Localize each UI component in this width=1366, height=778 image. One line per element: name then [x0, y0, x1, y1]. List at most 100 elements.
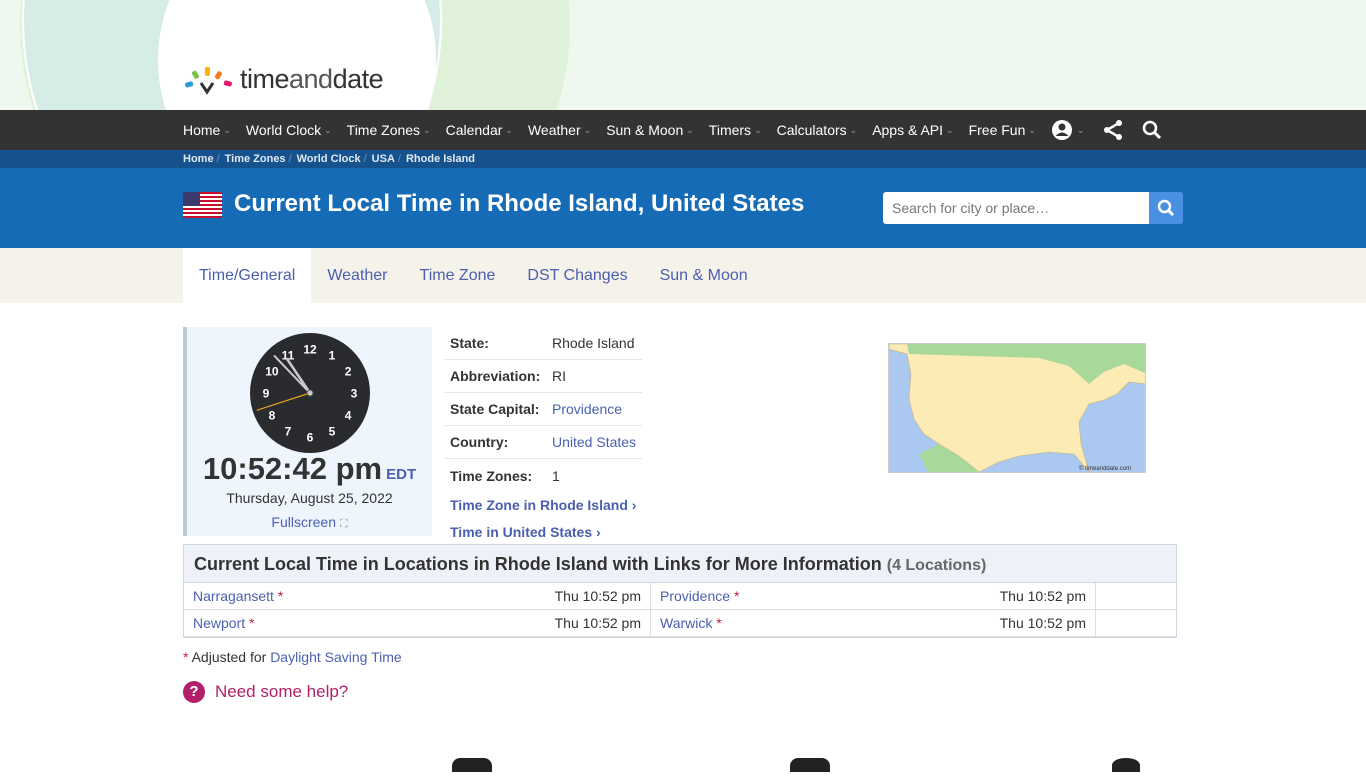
- breadcrumb-item[interactable]: World Clock: [297, 153, 361, 165]
- info-link[interactable]: Providence: [552, 401, 622, 417]
- location-cell: Newport * Thu 10:52 pm: [184, 610, 651, 636]
- info-row: State: Rhode Island: [444, 327, 642, 360]
- nav-label: Time Zones: [346, 122, 421, 138]
- tab-time-zone[interactable]: Time Zone: [404, 248, 512, 303]
- nav-item-sun-moon[interactable]: Sun & Moon ⌄: [606, 122, 694, 138]
- chevron-down-icon: ⌄: [849, 124, 858, 135]
- user-menu-button[interactable]: ⌄: [1051, 119, 1084, 141]
- search-icon: [1143, 120, 1162, 140]
- info-label: State Capital:: [450, 401, 540, 417]
- location-link[interactable]: Narragansett: [193, 588, 274, 604]
- tab-weather[interactable]: Weather: [311, 248, 403, 303]
- chevron-down-icon: ⌄: [423, 124, 431, 135]
- clock-number: 10: [265, 365, 279, 379]
- fullscreen-link[interactable]: Fullscreen ⛶: [187, 514, 432, 531]
- location-map[interactable]: © timeanddate.com: [888, 343, 1146, 473]
- logo[interactable]: timeanddate: [184, 64, 384, 95]
- nav-item-home[interactable]: Home ⌄: [183, 122, 231, 138]
- location-link[interactable]: Providence: [660, 588, 730, 604]
- breadcrumb-item[interactable]: Rhode Island: [406, 153, 475, 165]
- nav-item-timers[interactable]: Timers ⌄: [709, 122, 762, 138]
- location-link[interactable]: Warwick: [660, 615, 712, 631]
- link-label: Time Zone in Rhode Island: [450, 497, 628, 513]
- clock-number: 7: [285, 425, 292, 439]
- clock-number: 8: [269, 409, 276, 423]
- chevron-down-icon: ⌄: [223, 124, 231, 135]
- breadcrumb-separator: /: [216, 153, 220, 165]
- table-row: Narragansett * Thu 10:52 pm Providence * Th…: [184, 583, 1176, 610]
- date-text: Thursday, August 25, 2022: [226, 490, 393, 506]
- search-input[interactable]: [883, 192, 1149, 224]
- timezone-abbr[interactable]: EDT: [386, 466, 416, 483]
- locations-title: Current Local Time in Locations in Rhode…: [194, 554, 882, 574]
- banner: timeanddate: [0, 0, 1366, 110]
- nav-item-free-fun[interactable]: Free Fun ⌄: [969, 122, 1036, 138]
- info-link[interactable]: United States: [552, 434, 636, 450]
- nav-label: Free Fun: [968, 122, 1026, 138]
- location-link[interactable]: Newport: [193, 615, 245, 631]
- nav-label: Calculators: [776, 122, 847, 138]
- nav-label: Apps & API: [872, 122, 944, 138]
- tab-dst-changes[interactable]: DST Changes: [511, 248, 643, 303]
- logo-icon: [185, 66, 232, 95]
- nav-item-calendar[interactable]: Calendar ⌄: [446, 122, 513, 138]
- digital-time: 10:52:42 pm EDT: [187, 451, 432, 487]
- info-more-link[interactable]: Time Zone in Rhode Island ›: [444, 492, 642, 519]
- info-row: Abbreviation: RI: [444, 360, 642, 393]
- clock-number: 4: [345, 409, 352, 423]
- clock-number: 3: [351, 387, 358, 401]
- chevron-down-icon: ⌄: [1028, 124, 1036, 135]
- nav-item-calculators[interactable]: Calculators ⌄: [777, 122, 858, 138]
- chevron-down-icon: ⌄: [324, 124, 332, 135]
- breadcrumb-item[interactable]: Home: [183, 153, 214, 165]
- chevron-down-icon: ⌄: [583, 124, 592, 135]
- main-nav: Home ⌄ World Clock ⌄ Time Zones ⌄ Calendar ⌄ Wea…: [0, 110, 1366, 150]
- dst-star: *: [249, 615, 255, 631]
- info-row: State Capital: Providence: [444, 393, 642, 426]
- nav-item-weather[interactable]: Weather ⌄: [528, 122, 591, 138]
- clock-number: 6: [307, 431, 314, 445]
- chevron-right-icon: ›: [631, 497, 637, 513]
- tabs: Time/General Weather Time Zone DST Changes S…: [0, 248, 1366, 303]
- help-label: Need some help?: [215, 682, 349, 701]
- clock-panel: 12 1 2 3 4 5 6 7 8 9 10 11 10:52:42 pm EDT Thursday,…: [183, 327, 432, 536]
- logo-text: timeanddate: [240, 64, 384, 94]
- search-button[interactable]: [1149, 192, 1183, 224]
- dst-star: *: [277, 588, 284, 604]
- nav-search-button[interactable]: [1142, 120, 1162, 140]
- info-more-link[interactable]: Time in United States ›: [444, 519, 642, 546]
- fullscreen-label[interactable]: Fullscreen: [271, 514, 336, 530]
- nav-item-world-clock[interactable]: World Clock ⌄: [246, 122, 332, 138]
- info-row: Country: United States: [444, 426, 642, 459]
- info-label: Abbreviation:: [450, 368, 541, 384]
- nav-label: Calendar: [445, 122, 503, 138]
- breadcrumb: Home / Time Zones / World Clock / USA / Rhode Is…: [0, 150, 1366, 168]
- note-star: *: [183, 649, 189, 665]
- breadcrumb-item[interactable]: Time Zones: [225, 153, 286, 165]
- page-header: Current Local Time in Rhode Island, Unit…: [0, 168, 1366, 248]
- location-cell: Providence * Thu 10:52 pm: [651, 583, 1096, 609]
- tab-time-general[interactable]: Time/General: [183, 248, 312, 303]
- breadcrumb-item[interactable]: USA: [372, 153, 395, 165]
- nav-label: Timers: [708, 122, 752, 138]
- footer-partial: [0, 758, 1366, 778]
- dst-link[interactable]: Daylight Saving Time: [270, 649, 402, 665]
- breadcrumb-separator: /: [397, 153, 401, 165]
- nav-label: Sun & Moon: [606, 122, 684, 138]
- nav-item-apps-api[interactable]: Apps & API ⌄: [872, 122, 953, 138]
- table-row: Newport * Thu 10:52 pm Warwick * Thu 10:52 …: [184, 610, 1176, 637]
- help-link[interactable]: ? Need some help?: [183, 681, 348, 703]
- location-time: Thu 10:52 pm: [999, 588, 1086, 604]
- nav-item-time-zones[interactable]: Time Zones ⌄: [347, 122, 431, 138]
- us-map: © timeanddate.com: [889, 344, 1145, 472]
- nav-label: Weather: [527, 122, 581, 138]
- tab-sun-moon[interactable]: Sun & Moon: [644, 248, 764, 303]
- breadcrumb-separator: /: [288, 153, 292, 165]
- dst-note: * Adjusted for Daylight Saving Time: [183, 649, 402, 665]
- chevron-down-icon: ⌄: [686, 124, 694, 135]
- share-button[interactable]: [1102, 119, 1124, 141]
- location-cell: Warwick * Thu 10:52 pm: [651, 610, 1096, 636]
- nav-label: World Clock: [245, 122, 322, 138]
- clock-number: 12: [303, 343, 317, 357]
- chevron-right-icon: ›: [596, 524, 601, 540]
